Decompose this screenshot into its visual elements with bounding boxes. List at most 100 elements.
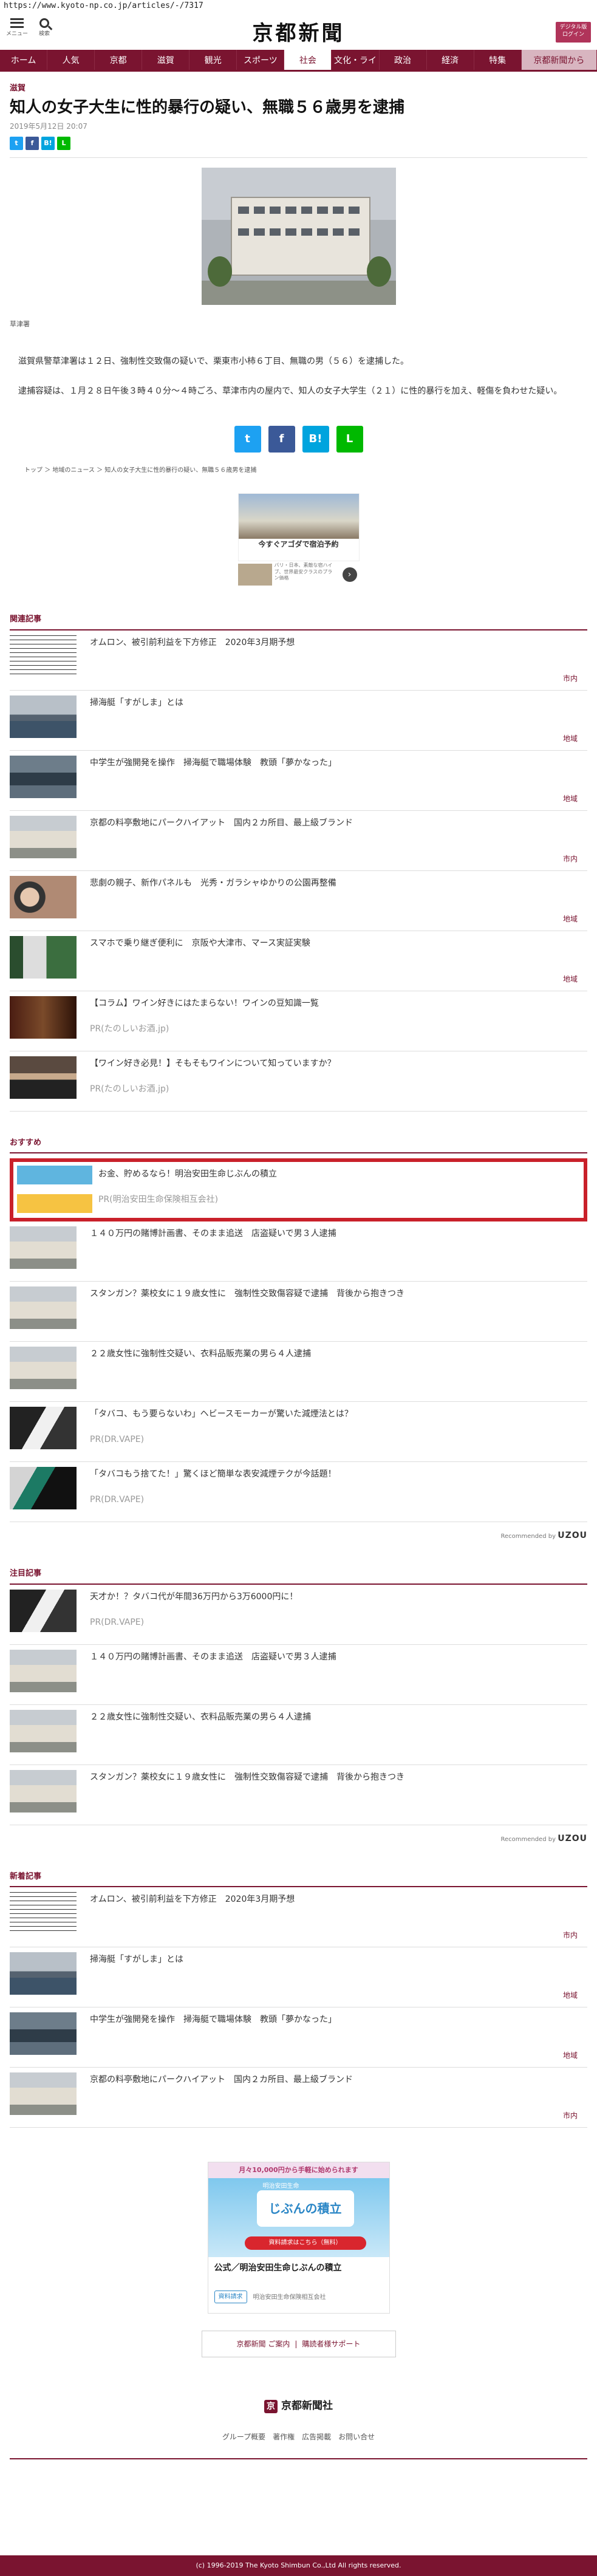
ad-request-button[interactable]: 資料請求 (214, 2291, 247, 2304)
region-tag[interactable]: 市内 (563, 2110, 578, 2121)
copyright-bar: (c) 1996-2019 The Kyoto Shimbun Co.,Ltd … (0, 2555, 597, 2576)
region-tag[interactable]: 市内 (563, 1930, 578, 1941)
chevron-right-icon[interactable]: › (342, 567, 357, 583)
region-tag[interactable]: 地域 (563, 1990, 578, 2001)
item-title: １４０万円の賭博計画書、そのまま追送 店盗疑いで男３人逮捕 (90, 1229, 336, 1239)
footer-nav[interactable]: グループ概要 著作権 広告掲載 お問い合せ (10, 2431, 587, 2459)
footer-link-support[interactable]: 購読者様サポート (302, 2339, 360, 2349)
thumbnail (10, 935, 77, 979)
hatena-share-icon[interactable]: B! (41, 136, 55, 150)
list-item[interactable]: 天才か！？タバコ代が年間36万円から3万6000円に！ PR(DR.VAPE) (10, 1585, 587, 1645)
nav-item[interactable]: 社会 (284, 50, 332, 70)
list-item[interactable]: 「タバコもう捨てた！」驚くほど簡単な表安減煙テクが今話題！ PR(DR.VAPE) (10, 1462, 587, 1523)
list-item[interactable]: 中学生が強開発を操作 掃海艇で職場体験 教頭「夢かなった」地域 (10, 2007, 587, 2068)
hatena-share-icon[interactable]: B! (302, 426, 329, 453)
recommended-list: お金、貯めるなら！明治安田生命じぶんの積立 PR(明治安田生命保険相互会社) １４０… (10, 1158, 587, 1523)
kyoto-logo-icon: 京 (264, 2399, 278, 2413)
article-paragraph: 逮捕容疑は、１月２８日午後３時４０分～４時ごろ、草津市内の屋内で、知人の女子大学… (18, 386, 562, 396)
list-item[interactable]: １４０万円の賭博計画書、そのまま追送 店盗疑いで男３人逮捕 (10, 1645, 587, 1705)
facebook-share-icon[interactable]: f (26, 136, 39, 150)
section-heading: 新着記事 (10, 1871, 587, 1888)
list-item[interactable]: 悲劇の親子、新作パネルも 光秀・ガラシャゆかりの公園再整備地域 (10, 871, 587, 931)
item-title: ２２歳女性に強制性交疑い、衣料品販売業の男ら４人逮捕 (90, 1712, 311, 1722)
list-item[interactable]: ２２歳女性に強制性交疑い、衣料品販売業の男ら４人逮捕 (10, 1705, 587, 1765)
ad-cta[interactable]: 資料請求はこちら（無料） (244, 2236, 366, 2250)
search-button[interactable]: 検索 (39, 18, 50, 39)
list-item[interactable]: 京都の料亭敷地にパークハイアット 国内２カ所目、最上級ブランド 市内 (10, 811, 587, 871)
nav-item[interactable]: 京都 (95, 50, 143, 70)
thumbnail (10, 996, 77, 1039)
region-tag[interactable]: 地域 (563, 2050, 578, 2061)
address-bar[interactable]: https://www.kyoto-np.co.jp/articles/-/73… (0, 0, 597, 13)
ad-subtext: バリ・日本、素敵な宿ハイブ、世界最安クラスのプラン価格 (274, 562, 333, 581)
list-item[interactable]: お金、貯めるなら！明治安田生命じぶんの積立 PR(明治安田生命保険相互会社) (10, 1158, 587, 1222)
twitter-share-icon[interactable]: t (234, 426, 261, 453)
sponsor-label: PR(DR.VAPE) (90, 1495, 145, 1505)
login-button[interactable]: デジタル版 ログイン (556, 22, 591, 43)
nav-item[interactable]: 経済 (427, 50, 474, 70)
list-item[interactable]: 「タバコ、もう要らないわ」ヘビースモーカーが驚いた減煙法とは？ PR(DR.VAP… (10, 1402, 587, 1463)
popular-section: 注目記事 天才か！？タバコ代が年間36万円から3万6000円に！ PR(DR.VA… (0, 1568, 597, 1845)
list-item[interactable]: オムロン、被引前利益を下方修正 2020年3月期予想 市内 (10, 1887, 587, 1948)
category-label[interactable]: 滋賀 (0, 72, 597, 97)
list-item[interactable]: ２２歳女性に強制性交疑い、衣料品販売業の男ら４人逮捕 (10, 1342, 587, 1402)
region-tag[interactable]: 市内 (563, 673, 578, 684)
uzou-credit[interactable]: Recommended by UZOU (10, 1529, 587, 1542)
breadcrumb-local[interactable]: 地域のニュース (52, 467, 95, 474)
line-share-icon[interactable]: L (57, 136, 70, 150)
nav-item[interactable]: 政治 (380, 50, 427, 70)
thumbnail (10, 1407, 77, 1450)
list-item[interactable]: オムロン、被引前利益を下方修正 2020年3月期予想市内 (10, 630, 587, 691)
footer-links: 京都新聞 ご案内 | 購読者様サポート (201, 2331, 396, 2358)
menu-button[interactable]: メニュー (6, 18, 28, 39)
line-share-icon[interactable]: L (336, 426, 363, 453)
related-list: オムロン、被引前利益を下方修正 2020年3月期予想 市内 掃海艇「すがしま」とは地… (10, 630, 587, 1112)
insurance-ad[interactable]: 月々10,000円から手軽に始められます じぶんの積立 明治安田生命 資料請求は… (207, 2162, 390, 2314)
nav-item[interactable]: 文化・ライフ (332, 50, 380, 87)
region-tag[interactable]: 地域 (563, 793, 578, 804)
ad-logo: 明治安田生命 (262, 2183, 299, 2190)
list-item[interactable]: 掃海艇「すがしま」とは地域 (10, 691, 587, 751)
twitter-share-icon[interactable]: t (10, 136, 23, 150)
list-item[interactable]: スマホで乗り継ぎ便利に 京阪や大津市、マース実証実験地域 (10, 931, 587, 991)
hotel-ad-detail[interactable]: バリ・日本、素敵な宿ハイブ、世界最安クラスのプラン価格 › (237, 561, 360, 588)
list-item[interactable]: スタンガン？薬校女に１９歳女性に 強制性交致傷容疑で逮捕 背後から抱きつき (10, 1282, 587, 1342)
nav-item[interactable]: スポーツ (237, 50, 285, 70)
nav-item[interactable]: ホーム (0, 50, 48, 70)
thumbnail (10, 1589, 77, 1632)
item-title: オムロン、被引前利益を下方修正 2020年3月期予想 (90, 637, 295, 647)
item-title: 天才か！？タバコ代が年間36万円から3万6000円に！ (90, 1591, 298, 1602)
recommended-section: おすすめ お金、貯めるなら！明治安田生命じぶんの積立 PR(明治安田生命保険相互会… (0, 1137, 597, 1543)
region-tag[interactable]: 地域 (563, 733, 578, 744)
ad-thumb (237, 564, 272, 586)
item-title: スマホで乗り継ぎ便利に 京阪や大津市、マース実証実験 (90, 938, 310, 948)
item-title: 中学生が強開発を操作 掃海艇で職場体験 教頭「夢かなった」 (90, 2015, 336, 2025)
list-item[interactable]: 【コラム】ワイン好きにはたまらない！ワインの豆知識一覧 PR(たのしいお酒.jp) (10, 991, 587, 1051)
region-tag[interactable]: 地域 (563, 974, 578, 985)
nav-item[interactable]: 京都新聞から (521, 50, 597, 70)
search-icon (39, 18, 50, 28)
facebook-share-icon[interactable]: f (268, 426, 295, 453)
uzou-credit[interactable]: Recommended by UZOU (10, 1833, 587, 1845)
nav-item[interactable]: 滋賀 (142, 50, 190, 70)
nav-item[interactable]: 観光 (189, 50, 237, 70)
item-title: 掃海艇「すがしま」とは (90, 697, 183, 708)
list-item[interactable]: スタンガン？薬校女に１９歳女性に 強制性交致傷容疑で逮捕 背後から抱きつき (10, 1765, 587, 1825)
list-item[interactable]: １４０万円の賭博計画書、そのまま追送 店盗疑いで男３人逮捕 (10, 1221, 587, 1282)
hotel-ad[interactable]: 今すぐアゴダで宿泊予約 (237, 493, 360, 562)
item-title: １４０万円の賭博計画書、そのまま追送 店盗疑いで男３人逮捕 (90, 1652, 336, 1662)
nav-item[interactable]: 特集 (474, 50, 522, 70)
footer-link-guide[interactable]: 京都新聞 ご案内 (237, 2339, 290, 2349)
list-item[interactable]: 中学生が強開発を操作 掃海艇で職場体験 教頭「夢かなった」 地域 (10, 751, 587, 811)
nav-item[interactable]: 人気 (47, 50, 95, 70)
list-item[interactable]: 京都の料亭敷地にパークハイアット 国内２カ所目、最上級ブランド 市内 (10, 2068, 587, 2128)
breadcrumb-top[interactable]: トップ (24, 467, 43, 474)
footer-brand[interactable]: 京京都新聞社 (0, 2399, 597, 2414)
list-item[interactable]: 掃海艇「すがしま」とは 地域 (10, 1947, 587, 2008)
region-tag[interactable]: 地域 (563, 914, 578, 924)
region-tag[interactable]: 市内 (563, 853, 578, 864)
list-item[interactable]: 【ワイン好き必見！】そもそもワインについて知っていますか？ PR(たのしいお酒.j… (10, 1051, 587, 1112)
item-title: 悲劇の親子、新作パネルも 光秀・ガラシャゆかりの公園再整備 (90, 878, 336, 888)
site-logo[interactable]: 京都新聞 (253, 18, 345, 49)
sponsor-label: PR(明治安田生命保険相互会社) (98, 1195, 219, 1205)
